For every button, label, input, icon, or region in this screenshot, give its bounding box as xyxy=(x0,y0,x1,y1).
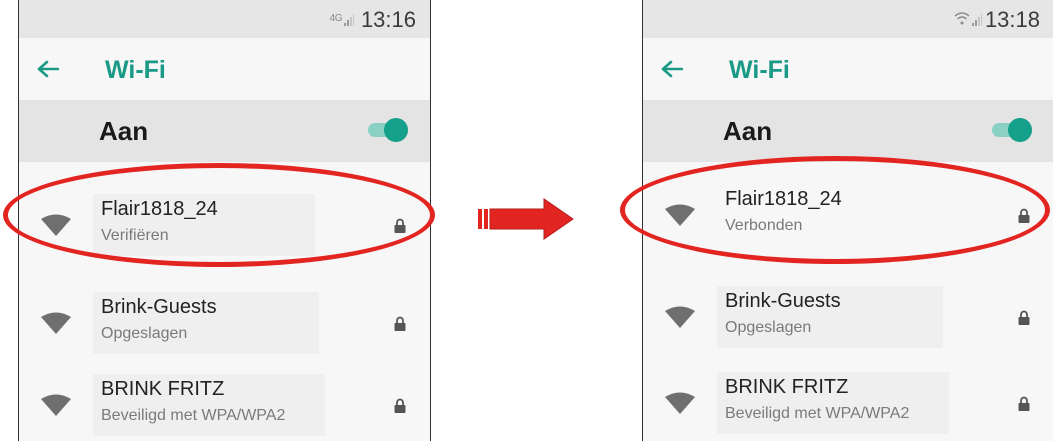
wifi-switch-label: Aan xyxy=(723,116,773,146)
status-bar: 4G 13:16 xyxy=(19,0,430,38)
comparison-figure: 4G 13:16 Wi-Fi Aan Flair1818_24 Verifiër… xyxy=(0,0,1053,441)
arrow-left-icon xyxy=(661,60,683,78)
wifi-icon xyxy=(665,306,695,328)
wifi-switch-label: Aan xyxy=(99,116,149,146)
arrow-left-icon xyxy=(37,60,59,78)
status-bar: 13:18 xyxy=(643,0,1053,38)
network-ssid: Brink-Guests xyxy=(725,290,841,312)
network-item-brink-guests[interactable]: Brink-Guests Opgeslagen xyxy=(643,286,1053,348)
lock-icon xyxy=(394,316,406,331)
app-bar: Wi-Fi xyxy=(19,38,430,102)
wifi-toggle[interactable] xyxy=(992,118,1032,142)
network-item-brink-fritz[interactable]: BRINK FRITZ Beveiligd met WPA/WPA2 xyxy=(643,372,1053,434)
status-clock: 13:18 xyxy=(984,7,1040,32)
network-ssid: BRINK FRITZ xyxy=(725,376,849,398)
wifi-toggle[interactable] xyxy=(368,118,408,142)
network-item-brink-fritz[interactable]: BRINK FRITZ Beveiligd met WPA/WPA2 xyxy=(19,374,430,436)
transition-arrow-icon xyxy=(478,198,574,240)
wifi-icon xyxy=(665,392,695,414)
toggle-knob xyxy=(384,118,408,142)
signal-bars-icon xyxy=(972,14,982,26)
lock-icon xyxy=(1018,310,1030,325)
wifi-icon xyxy=(41,312,71,334)
wifi-icon xyxy=(41,394,71,416)
lock-icon xyxy=(394,398,406,413)
highlight-oval-after xyxy=(620,156,1050,264)
page-title: Wi-Fi xyxy=(729,56,790,84)
network-status: Beveiligd met WPA/WPA2 xyxy=(725,405,910,422)
network-status: Opgeslagen xyxy=(101,325,188,342)
toggle-knob xyxy=(1008,118,1032,142)
signal-bars-icon xyxy=(344,14,354,26)
page-title: Wi-Fi xyxy=(105,56,166,84)
network-ssid: Brink-Guests xyxy=(101,296,217,318)
network-status: Beveiligd met WPA/WPA2 xyxy=(101,407,286,424)
network-indicator: 4G xyxy=(329,13,343,24)
lock-icon xyxy=(1018,396,1030,411)
wifi-signal-icon xyxy=(954,12,970,25)
network-item-brink-guests[interactable]: Brink-Guests Opgeslagen xyxy=(19,292,430,354)
highlight-oval-before xyxy=(3,163,435,267)
network-ssid: BRINK FRITZ xyxy=(101,378,225,400)
back-button[interactable] xyxy=(33,54,63,84)
app-bar: Wi-Fi xyxy=(643,38,1053,102)
wifi-switch-row[interactable]: Aan xyxy=(643,100,1053,162)
status-clock: 13:16 xyxy=(360,7,416,32)
wifi-switch-row[interactable]: Aan xyxy=(19,100,430,162)
back-button[interactable] xyxy=(657,54,687,84)
network-status: Opgeslagen xyxy=(725,319,812,336)
